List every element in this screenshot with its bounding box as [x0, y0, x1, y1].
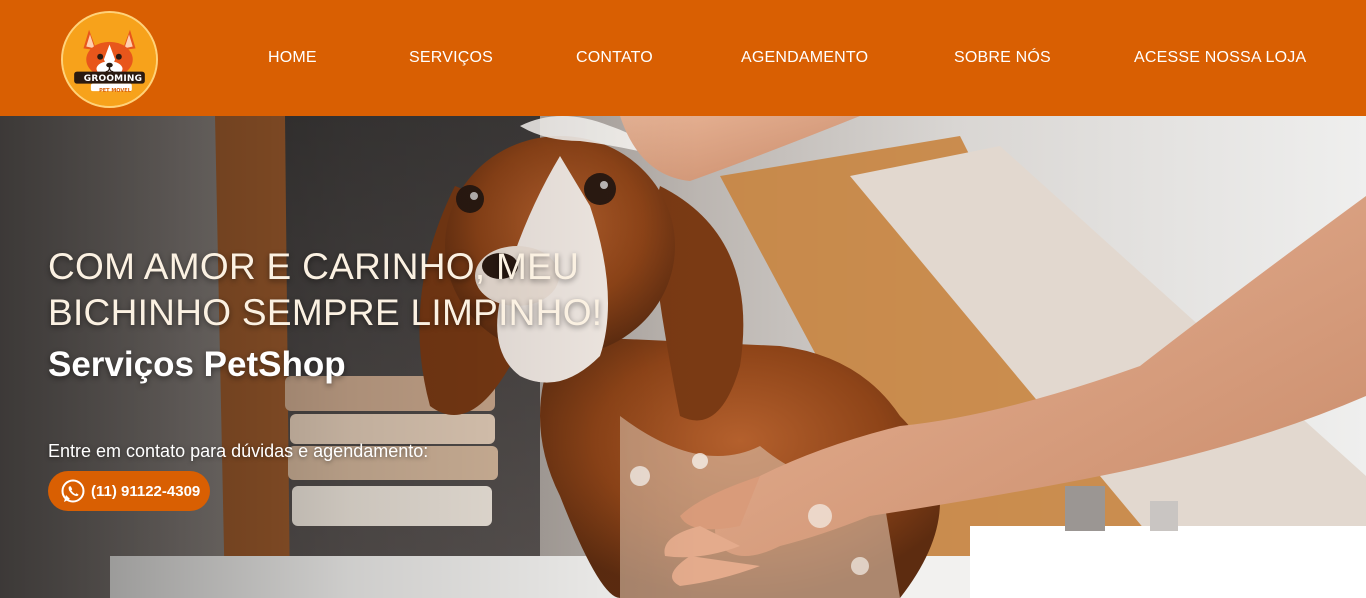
phone-number: (11) 91122-4309: [91, 482, 201, 500]
nav-sobre-nos[interactable]: SOBRE NÓS: [954, 49, 1051, 67]
nav-servicos[interactable]: SERVIÇOS: [409, 49, 493, 67]
hero-headline-line2: BICHINHO SEMPRE LIMPINHO!: [48, 292, 603, 333]
hero-headline: COM AMOR E CARINHO, MEU BICHINHO SEMPRE …: [48, 244, 668, 336]
nav-home[interactable]: HOME: [268, 49, 317, 67]
hero-headline-line1: COM AMOR E CARINHO, MEU: [48, 246, 580, 287]
nav-agendamento[interactable]: AGENDAMENTO: [741, 49, 868, 67]
nav-contato[interactable]: CONTATO: [576, 49, 653, 67]
whatsapp-phone-button[interactable]: (11) 91122-4309: [48, 471, 210, 511]
contact-text: Entre em contato para dúvidas e agendame…: [48, 441, 429, 461]
main-nav: HOME SERVIÇOS CONTATO AGENDAMENTO SOBRE …: [0, 0, 1366, 116]
hero-section: COM AMOR E CARINHO, MEU BICHINHO SEMPRE …: [0, 116, 1366, 598]
site-header: GROOMING PET MOVEL HOME SERVIÇOS CONTATO…: [0, 0, 1366, 116]
whatsapp-icon: [60, 478, 86, 504]
nav-loja[interactable]: ACESSE NOSSA LOJA: [1134, 49, 1306, 67]
hero-subheadline: Serviços PetShop: [48, 345, 346, 384]
